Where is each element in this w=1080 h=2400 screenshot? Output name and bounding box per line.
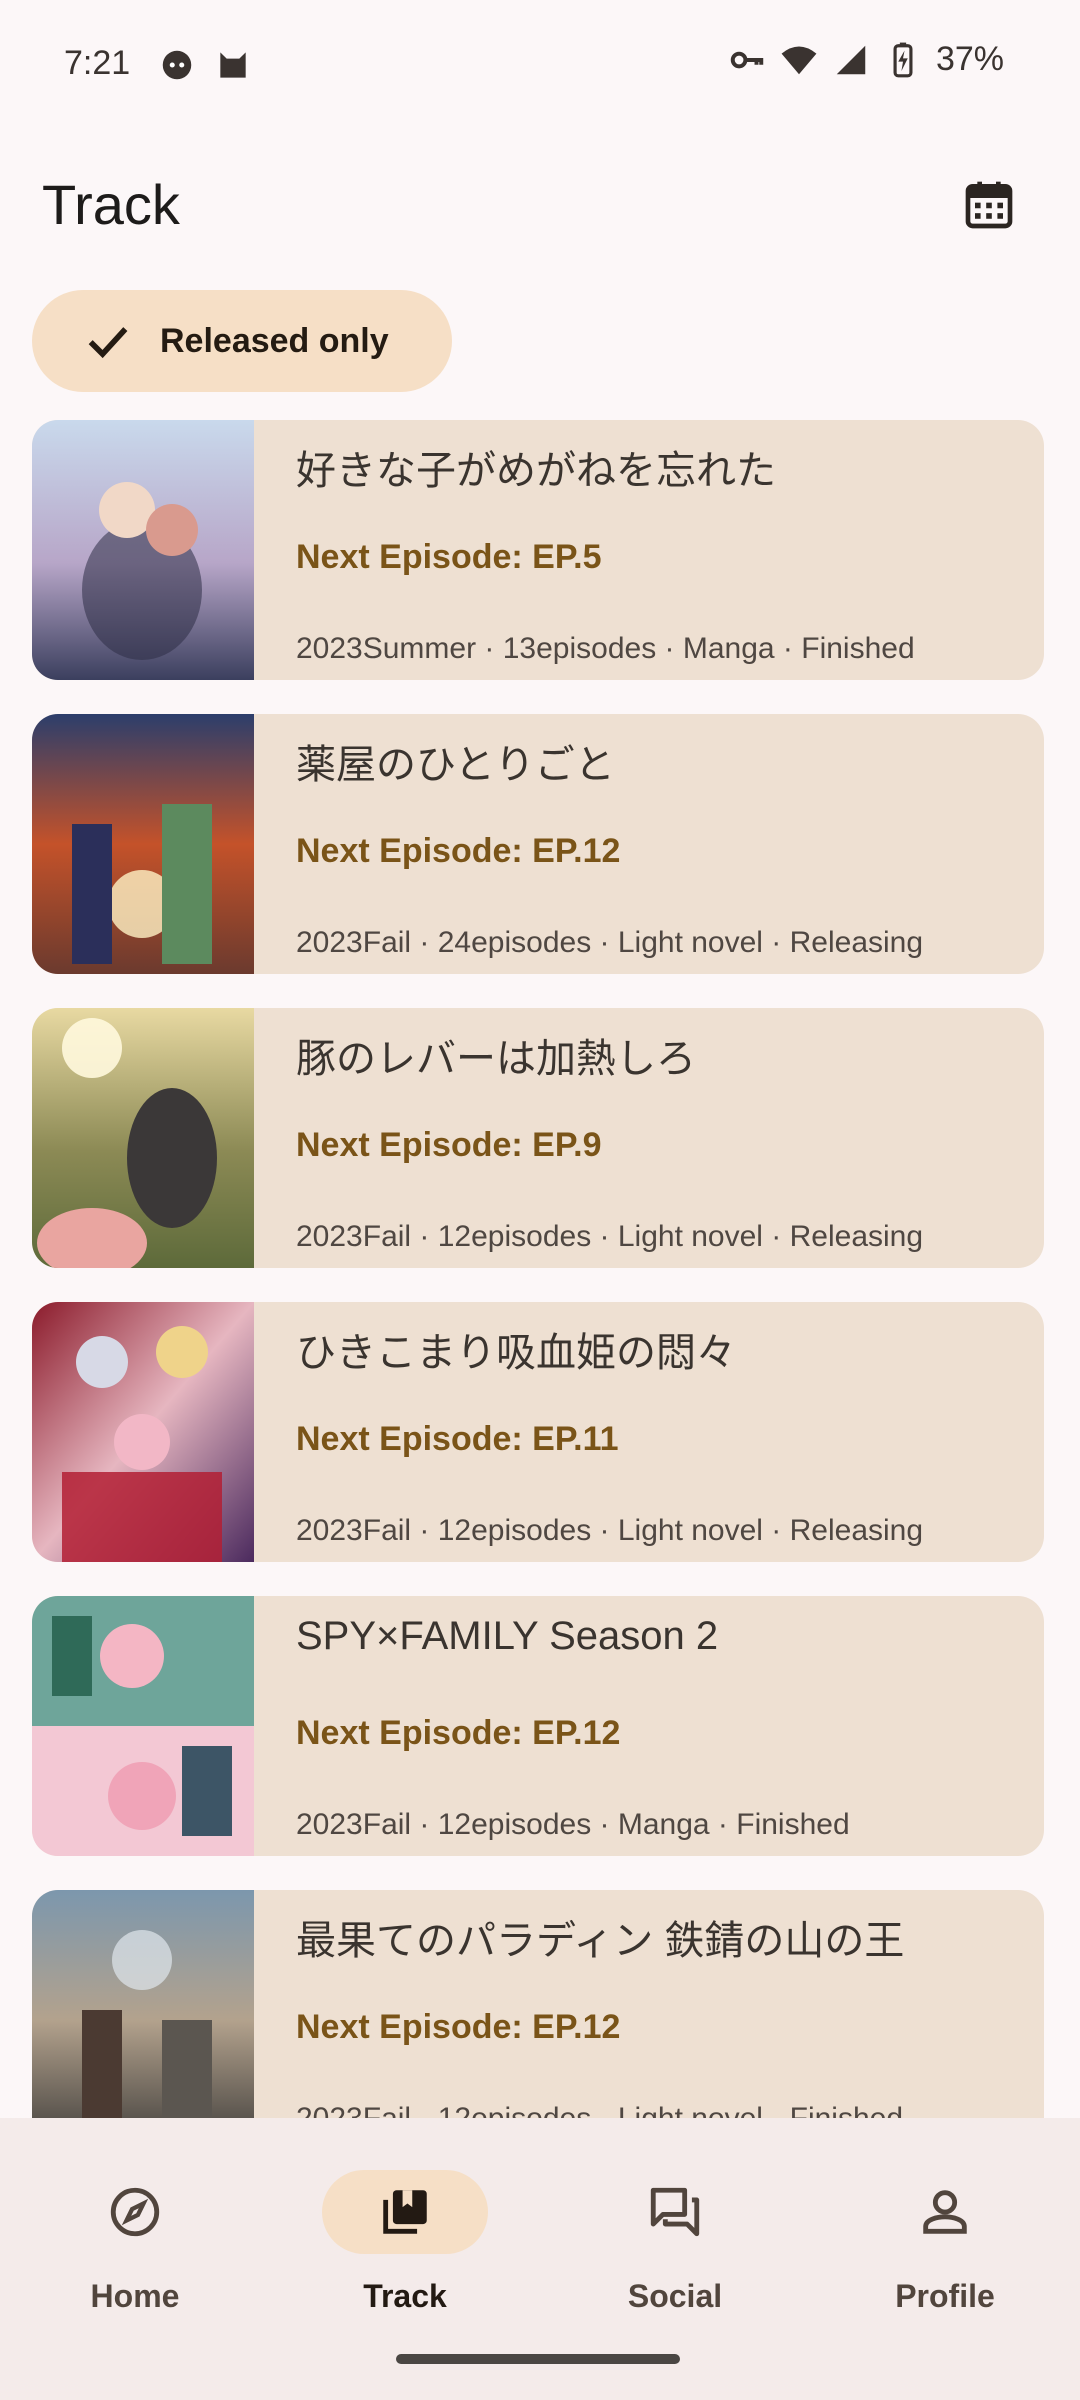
face-notification-icon bbox=[162, 50, 192, 80]
anime-title: ひきこまり吸血姫の悶々 bbox=[296, 1331, 736, 1375]
battery-charging-icon bbox=[893, 42, 913, 77]
released-only-chip[interactable]: Released only bbox=[32, 290, 452, 392]
nav-social[interactable]: Social bbox=[540, 2158, 810, 2314]
wifi-icon bbox=[781, 46, 817, 74]
compass-icon bbox=[110, 2187, 160, 2237]
nav-label: Track bbox=[363, 2278, 447, 2314]
list-item[interactable]: 好きな子がめがねを忘れた Next Episode: EP.5 2023Summ… bbox=[32, 420, 1044, 680]
next-episode: Next Episode: EP.12 bbox=[296, 1714, 621, 1752]
next-episode: Next Episode: EP.5 bbox=[296, 538, 602, 576]
anime-title: SPY×FAMILY Season 2 bbox=[296, 1614, 719, 1658]
next-episode: Next Episode: EP.11 bbox=[296, 1420, 619, 1458]
track-list[interactable]: 好きな子がめがねを忘れた Next Episode: EP.5 2023Summ… bbox=[32, 420, 1044, 2120]
nav-label: Social bbox=[627, 2278, 723, 2314]
vpn-key-icon bbox=[730, 51, 764, 68]
anime-title: 豚のレバーは加熱しろ bbox=[296, 1037, 696, 1081]
person-icon bbox=[923, 2190, 967, 2234]
list-item[interactable]: 豚のレバーは加熱しろ Next Episode: EP.9 2023Fail ·… bbox=[32, 1008, 1044, 1268]
nav-track[interactable]: Track bbox=[270, 2158, 540, 2314]
check-icon bbox=[88, 327, 128, 359]
cell-signal-icon bbox=[836, 45, 866, 74]
list-item[interactable]: ひきこまり吸血姫の悶々 Next Episode: EP.11 2023Fail… bbox=[32, 1302, 1044, 1562]
next-episode: Next Episode: EP.9 bbox=[296, 1126, 602, 1164]
cover-image bbox=[32, 1302, 254, 1562]
list-item[interactable]: 最果てのパラディン 鉄錆の山の王 Next Episode: EP.12 202… bbox=[32, 1890, 1044, 2120]
chat-icon bbox=[650, 2187, 700, 2237]
anime-meta: 2023Summer · 13episodes · Manga · Finish… bbox=[296, 632, 915, 665]
anime-title: 好きな子がめがねを忘れた bbox=[296, 449, 776, 493]
cover-image bbox=[32, 420, 254, 680]
anime-meta: 2023Fail · 12episodes · Light novel · Re… bbox=[296, 1220, 924, 1253]
status-time: 7:21 bbox=[64, 44, 131, 82]
nav-profile[interactable]: Profile bbox=[810, 2158, 1080, 2314]
cover-image bbox=[32, 1008, 254, 1268]
calendar-button[interactable] bbox=[954, 170, 1024, 240]
chip-label: Released only bbox=[160, 321, 389, 360]
nav-label: Home bbox=[90, 2278, 180, 2314]
anime-title: 薬屋のひとりごと bbox=[296, 743, 615, 787]
gesture-handle[interactable] bbox=[396, 2354, 680, 2364]
cover-image bbox=[32, 1596, 254, 1856]
calendar-icon bbox=[965, 181, 1013, 229]
anime-meta: 2023Fail · 12episodes · Manga · Finished bbox=[296, 1808, 850, 1841]
status-bar: 7:21 37% bbox=[0, 0, 1080, 130]
battery-percent: 37% bbox=[935, 40, 1004, 78]
anime-meta: 2023Fail · 24episodes · Light novel · Re… bbox=[296, 926, 924, 959]
next-episode: Next Episode: EP.12 bbox=[296, 2008, 621, 2046]
next-episode: Next Episode: EP.12 bbox=[296, 832, 621, 870]
list-item[interactable]: 薬屋のひとりごと Next Episode: EP.12 2023Fail · … bbox=[32, 714, 1044, 974]
nav-label: Profile bbox=[895, 2278, 995, 2314]
anime-title: 最果てのパラディン 鉄錆の山の王 bbox=[296, 1919, 905, 1963]
nav-home[interactable]: Home bbox=[0, 2158, 270, 2314]
list-item[interactable]: SPY×FAMILY Season 2 Next Episode: EP.12 … bbox=[32, 1596, 1044, 1856]
page-title: Track bbox=[42, 173, 180, 236]
cover-image bbox=[32, 1890, 254, 2120]
library-icon bbox=[383, 2190, 427, 2234]
cat-notification-icon bbox=[220, 52, 246, 78]
top-app-bar: Track bbox=[0, 150, 1080, 260]
cover-image bbox=[32, 714, 254, 974]
anime-meta: 2023Fail · 12episodes · Light novel · Re… bbox=[296, 1514, 924, 1547]
